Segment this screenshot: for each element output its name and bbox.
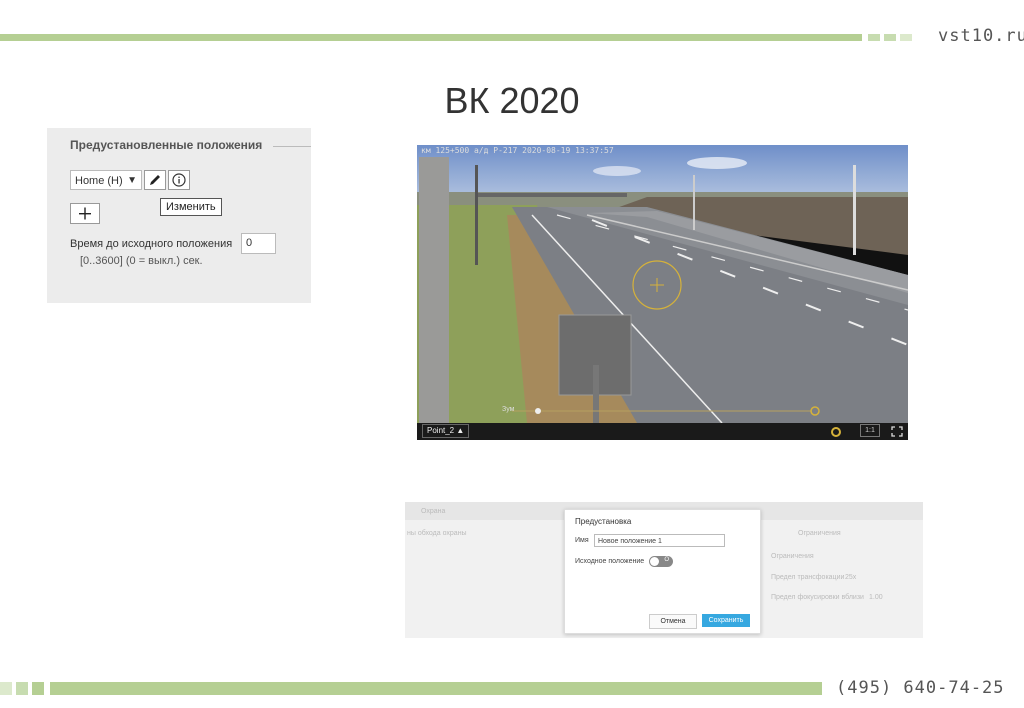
presets-heading: Предустановленные положения: [70, 138, 263, 152]
preset-select[interactable]: Home (H) ▼: [70, 170, 142, 190]
pencil-icon: [150, 175, 160, 185]
camera-control-bar: Point_2 ▲ 1:1: [417, 423, 908, 440]
return-time-range-hint: [0..3600] (0 = выкл.) сек.: [80, 255, 203, 267]
save-button[interactable]: Сохранить: [702, 614, 750, 627]
info-icon: [172, 173, 186, 187]
ratio-button[interactable]: 1:1: [860, 424, 880, 437]
add-preset-button[interactable]: [70, 203, 100, 224]
home-position-label: Исходное положение: [575, 558, 645, 565]
name-label: Имя: [575, 537, 589, 544]
contact-phone: (495) 640-74-25: [836, 678, 1005, 698]
toggle-text: О: [664, 557, 669, 563]
bottom-accent-square: [16, 682, 28, 695]
bottom-accent-square: [32, 682, 44, 695]
presets-panel: Предустановленные положения Home (H) ▼ И…: [47, 128, 311, 303]
edit-tooltip: Изменить: [160, 198, 222, 216]
bg-label: Предел трансфокации: [771, 574, 845, 581]
heading-divider: [273, 146, 311, 147]
bg-label: Предел фокусировки вблизи: [771, 594, 864, 601]
edit-preset-button[interactable]: [144, 170, 166, 190]
bottom-accent-square: [0, 682, 12, 695]
camera-scene: [417, 145, 908, 423]
preset-dropdown[interactable]: Point_2 ▲: [422, 424, 470, 438]
site-url: vst10.ru: [938, 26, 1024, 46]
bottom-accent-bar: [50, 682, 822, 695]
preset-dialog: Предустановка Имя Новое положение 1 Исхо…: [564, 509, 761, 634]
top-accent-bar: [0, 34, 862, 41]
toggle-knob: [650, 557, 659, 566]
bg-value: 25x: [845, 574, 857, 581]
home-position-toggle[interactable]: О: [649, 556, 673, 567]
camera-view[interactable]: км 125+500 а/д Р-217 2020-08-19 13:37:57…: [417, 145, 908, 440]
name-input[interactable]: Новое положение 1: [594, 534, 725, 547]
return-time-label: Время до исходного положения: [70, 238, 233, 250]
top-accent-square: [868, 34, 880, 41]
cancel-button[interactable]: Отмена: [649, 614, 697, 629]
plus-icon: [79, 207, 91, 220]
gear-icon[interactable]: [829, 426, 843, 438]
bg-label: Ограничения: [771, 553, 814, 560]
chevron-down-icon: ▼: [127, 175, 137, 186]
top-accent-square: [900, 34, 912, 41]
top-accent-square: [884, 34, 896, 41]
dialog-title: Предустановка: [575, 517, 632, 526]
bg-label: Ограничения: [798, 530, 841, 537]
bg-value: 1.00: [869, 594, 883, 601]
bg-label: ны обхода охраны: [407, 530, 467, 537]
fullscreen-icon[interactable]: [891, 426, 903, 437]
preset-info-button[interactable]: [168, 170, 190, 190]
preset-select-value: Home (H): [75, 175, 123, 187]
camera-osd-timestamp: км 125+500 а/д Р-217 2020-08-19 13:37:57: [421, 146, 614, 155]
tab-guard[interactable]: Охрана: [421, 508, 445, 515]
zoom-label: Зум: [502, 406, 515, 413]
return-time-input[interactable]: 0: [241, 233, 276, 254]
slide-title: ВК 2020: [444, 80, 580, 121]
